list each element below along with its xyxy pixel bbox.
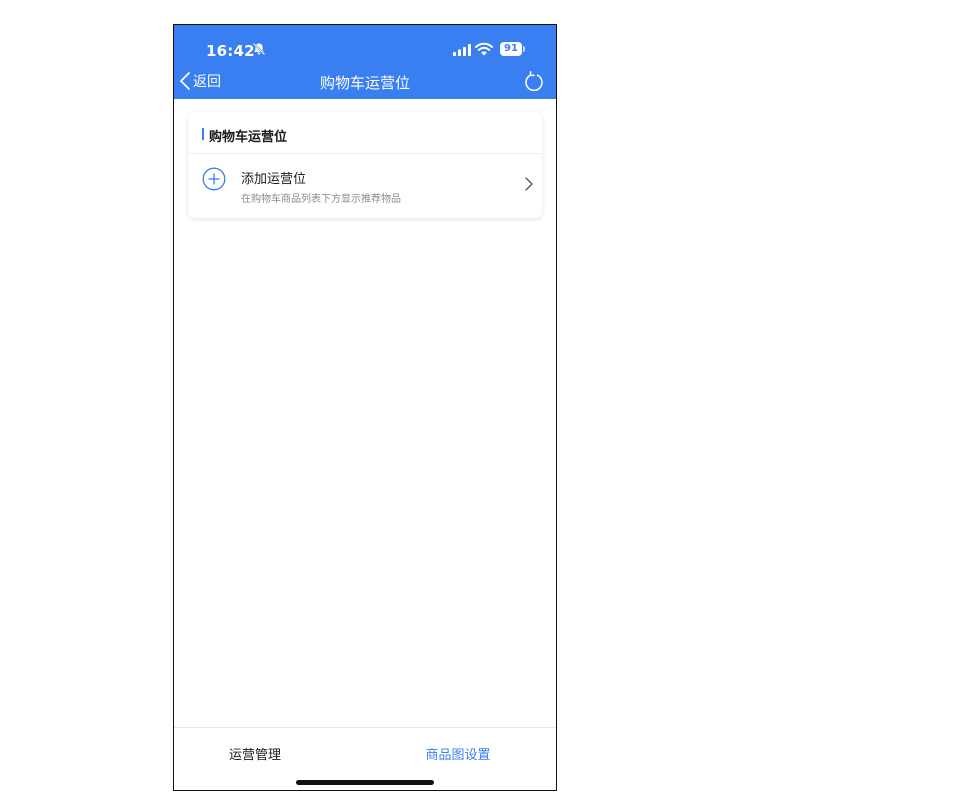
status-bar: 16:42 91 — [174, 25, 556, 63]
phone-screen: 16:42 91 返回 购物车运营位 购物车运营位 添加运营位 在购物车商品列表… — [173, 24, 557, 791]
signal-icon — [453, 44, 471, 56]
tab-product-image-settings[interactable]: 商品图设置 — [388, 744, 528, 763]
card-header: 购物车运营位 — [188, 112, 542, 154]
card-accent-bar — [202, 128, 204, 140]
top-bar: 16:42 91 返回 购物车运营位 — [174, 25, 556, 99]
battery-tip — [523, 46, 525, 52]
refresh-icon[interactable] — [523, 71, 545, 93]
tab-bar: 运营管理 商品图设置 — [174, 727, 556, 790]
page-title: 购物车运营位 — [319, 74, 410, 92]
battery-icon: 91 — [500, 42, 526, 56]
home-indicator[interactable] — [296, 780, 434, 785]
wifi-icon — [475, 42, 493, 56]
battery-level: 91 — [500, 42, 522, 56]
row-subtitle: 在购物车商品列表下方显示推荐物品 — [241, 194, 401, 205]
row-title: 添加运营位 — [241, 172, 307, 187]
status-time: 16:42 — [206, 42, 255, 60]
nav-bar: 返回 购物车运营位 — [174, 63, 556, 99]
plus-circle-icon — [202, 167, 226, 191]
add-operation-slot-row[interactable]: 添加运营位 在购物车商品列表下方显示推荐物品 — [188, 154, 542, 218]
tab-operation-management[interactable]: 运营管理 — [185, 744, 325, 763]
operation-slot-card: 购物车运营位 添加运营位 在购物车商品列表下方显示推荐物品 — [188, 112, 542, 218]
card-title: 购物车运营位 — [209, 130, 288, 145]
bell-slash-icon — [252, 42, 266, 56]
main-content: 购物车运营位 添加运营位 在购物车商品列表下方显示推荐物品 — [174, 99, 556, 727]
chevron-right-icon — [525, 177, 533, 191]
